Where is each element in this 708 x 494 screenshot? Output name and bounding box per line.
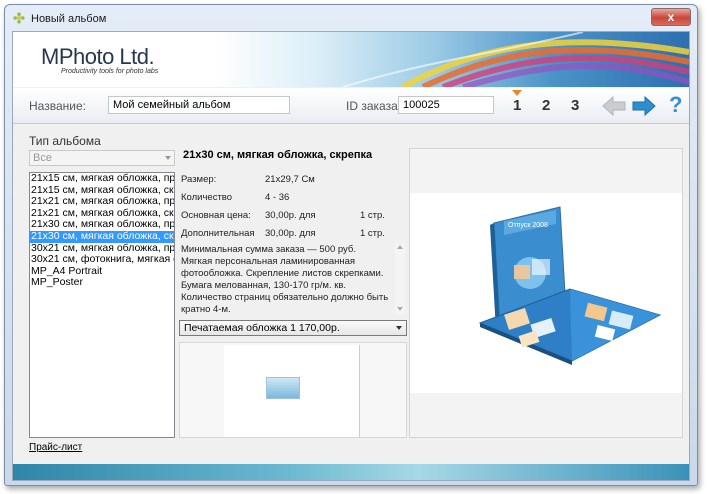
- album-window: Новый альбом x MPhoto Ltd. Productivity …: [4, 4, 698, 486]
- company-logo: MPhoto Ltd. Productivity tools for photo…: [41, 44, 158, 75]
- album-filter-select[interactable]: Все: [29, 150, 175, 166]
- product-photo: Отпуск 2008: [410, 193, 682, 393]
- photo-book-illustration: Отпуск 2008: [478, 206, 662, 365]
- extra-price-label: Дополнительная: [181, 228, 255, 239]
- close-button[interactable]: x: [651, 8, 691, 26]
- scroll-up-icon[interactable]: [397, 245, 403, 249]
- cover-preview: [179, 342, 407, 438]
- back-arrow-icon[interactable]: [601, 94, 627, 118]
- album-type-item[interactable]: 21x15 см, мягкая обложка, пру: [30, 173, 174, 185]
- extra-price-pages: 1 стр.: [360, 228, 385, 239]
- base-price-value: 30,00р. для: [265, 210, 316, 221]
- album-type-item[interactable]: MP_A4 Portrait: [30, 266, 174, 278]
- size-label: Размер:: [181, 174, 217, 185]
- active-step-marker: [512, 90, 522, 96]
- filter-value: Все: [33, 152, 52, 164]
- header-banner: MPhoto Ltd. Productivity tools for photo…: [13, 32, 689, 87]
- album-type-item[interactable]: 21x30 см, мягкая обложка, пру: [30, 219, 174, 231]
- chevron-down-icon: [165, 156, 171, 160]
- quantity-label: Количество: [181, 192, 233, 203]
- description-line: Количество страниц обязательно должно бы…: [181, 292, 389, 303]
- logo-text: MPhoto Ltd.: [41, 44, 155, 69]
- album-header-row: Название: ID заказа: 1 2 3 ?: [13, 88, 689, 124]
- forward-arrow-icon[interactable]: [631, 94, 657, 118]
- album-type-item[interactable]: 21x21 см, мягкая обложка, скр: [30, 208, 174, 220]
- album-type-title: Тип альбома: [29, 134, 101, 148]
- order-id-label: ID заказа:: [346, 99, 402, 113]
- extra-price-value: 30,00р. для: [265, 228, 316, 239]
- description-line: Мягкая персональная ламинированная: [181, 256, 356, 267]
- album-type-list[interactable]: 21x15 см, мягкая обложка, пру 21x15 см, …: [29, 172, 175, 438]
- album-detail-title: 21x30 см, мягкая обложка, скрепка: [183, 149, 373, 161]
- description-scrollbar[interactable]: [395, 242, 405, 314]
- album-type-item[interactable]: 30x21 см, мягкая обложка, пру: [30, 243, 174, 255]
- logo-tagline: Productivity tools for photo labs: [61, 68, 159, 75]
- footer-bar: [13, 464, 689, 480]
- album-type-item-selected[interactable]: 21x30 см, мягкая обложка, скр: [30, 230, 174, 243]
- chevron-down-icon: [396, 326, 402, 330]
- book-cover-text: Отпуск 2008: [508, 222, 548, 229]
- description-line: Минимальная сумма заказа — 500 руб.: [181, 244, 356, 255]
- product-image-panel: Отпуск 2008: [409, 148, 683, 438]
- window-title: Новый альбом: [31, 13, 107, 25]
- preview-thumbnail: [266, 377, 300, 399]
- cover-option-select[interactable]: Печатаемая обложка 1 170,00р.: [179, 320, 407, 336]
- base-price-label: Основная цена:: [181, 210, 251, 221]
- client-area: MPhoto Ltd. Productivity tools for photo…: [12, 31, 690, 481]
- description-line: фотообложка. Скрепление листов скрепками…: [181, 268, 384, 279]
- album-type-item[interactable]: 30x21 см, фотокнига, мягкая об: [30, 254, 174, 266]
- album-type-item[interactable]: 21x15 см, мягкая обложка, скр: [30, 185, 174, 197]
- album-name-input[interactable]: [108, 96, 290, 114]
- banner-rainbow-art: [343, 32, 689, 87]
- title-bar: Новый альбом x: [5, 5, 697, 31]
- scroll-down-icon[interactable]: [397, 307, 403, 311]
- size-value: 21x29,7 См: [265, 174, 315, 185]
- price-list-link[interactable]: Прайс-лист: [29, 442, 82, 453]
- step-2-button[interactable]: 2: [542, 97, 550, 114]
- step-3-button[interactable]: 3: [571, 97, 579, 114]
- album-type-item[interactable]: MP_Poster: [30, 277, 174, 289]
- help-button[interactable]: ?: [669, 92, 682, 118]
- album-type-item[interactable]: 21x21 см, мягкая обложка, пру: [30, 196, 174, 208]
- cover-option-value: Печатаемая обложка 1 170,00р.: [184, 322, 340, 334]
- description-line: Бумага мелованная, 130-170 гр/м. кв.: [181, 280, 347, 291]
- name-label: Название:: [29, 99, 86, 113]
- quantity-value: 4 - 36: [265, 192, 290, 203]
- order-id-input[interactable]: [398, 96, 494, 114]
- album-description[interactable]: Минимальная сумма заказа — 500 руб. Мягк…: [179, 242, 405, 314]
- step-1-button[interactable]: 1: [513, 97, 521, 114]
- description-line: кратно 4-м.: [181, 304, 231, 314]
- app-flower-icon: [13, 12, 25, 24]
- base-price-pages: 1 стр.: [360, 210, 385, 221]
